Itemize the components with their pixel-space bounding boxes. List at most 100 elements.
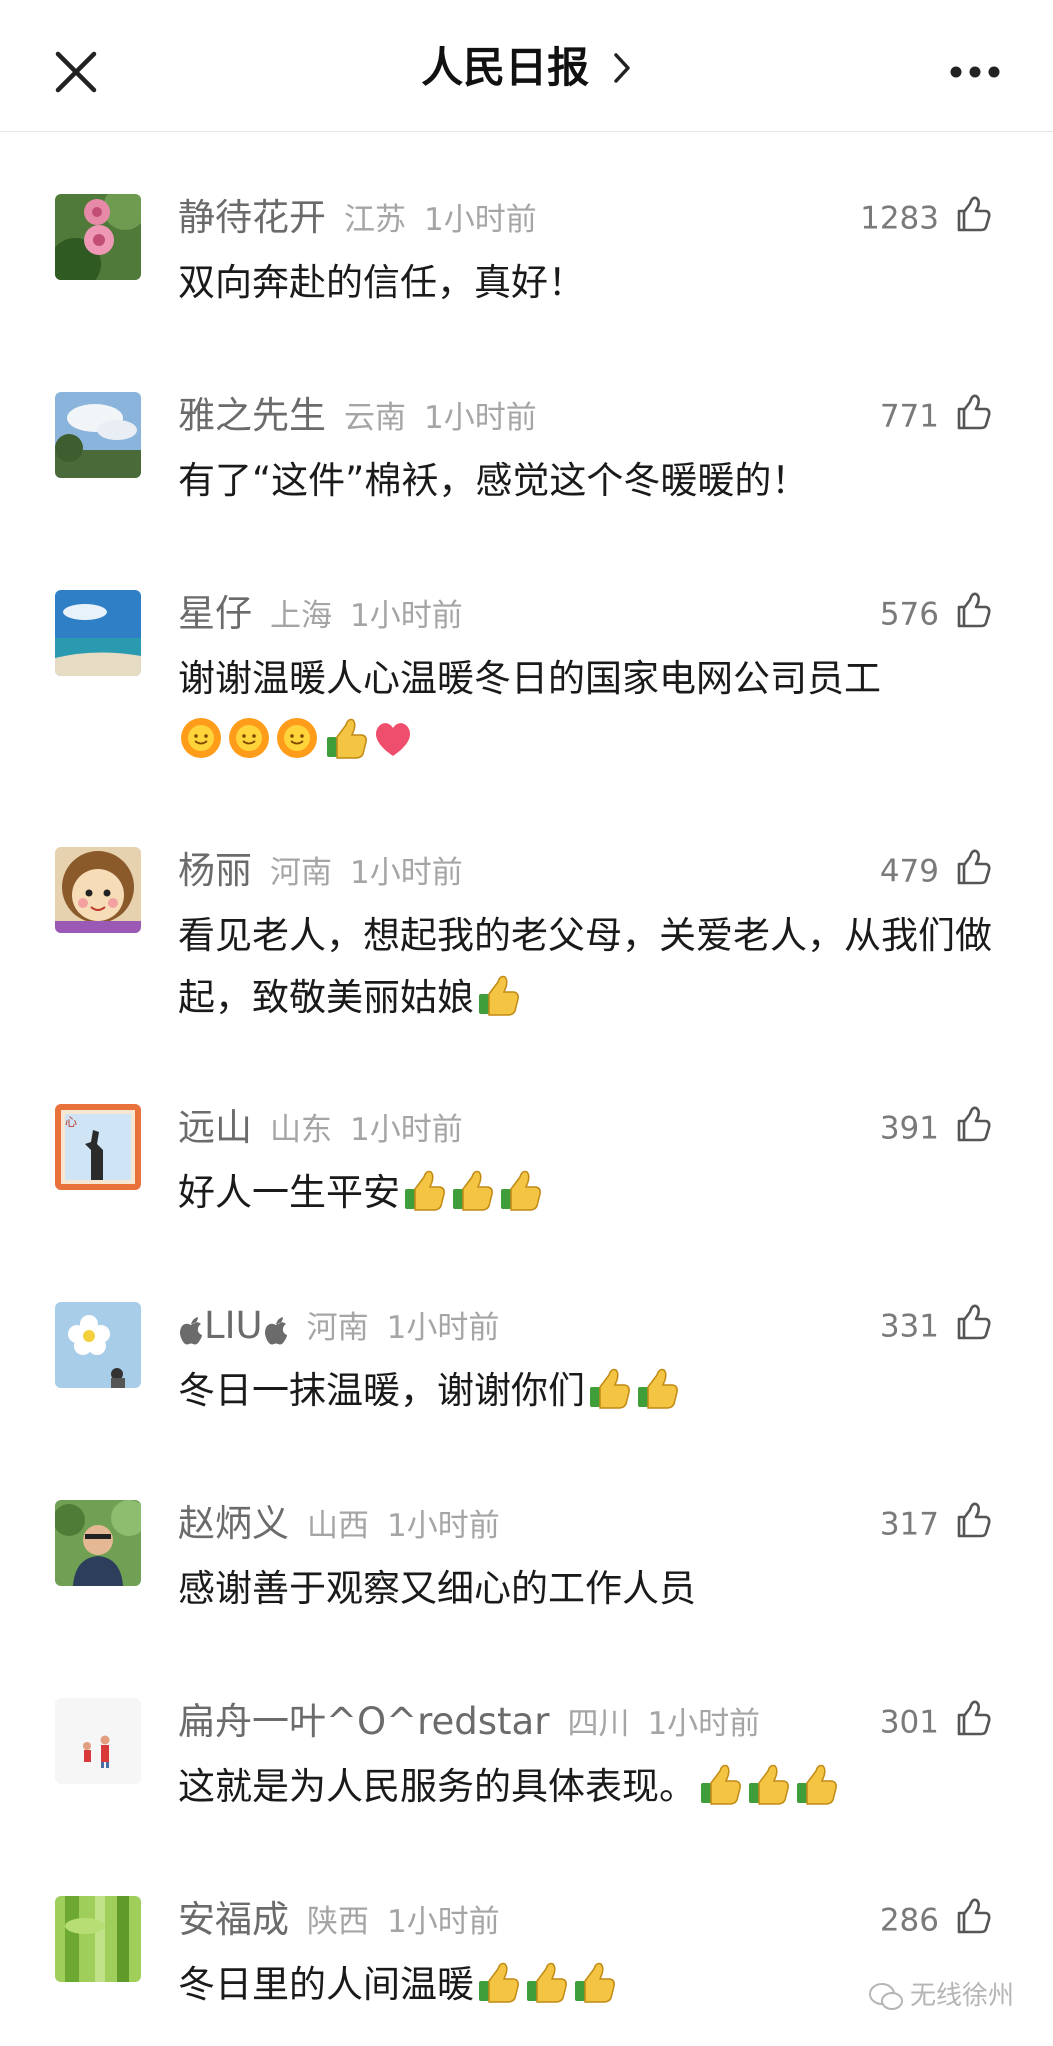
like-button[interactable]: 391	[880, 1100, 995, 1156]
comment-body: 冬日里的人间温暖	[178, 1963, 474, 2006]
nickname[interactable]: 雅之先生	[178, 394, 326, 437]
timestamp: 1小时前	[424, 400, 537, 436]
location: 陕西	[307, 1904, 369, 1940]
thumbs-up-icon	[957, 849, 991, 884]
like-count: 1283	[860, 200, 939, 237]
comment-body: 有了“这件”棉袄，感觉这个冬暖暖的！	[178, 459, 809, 502]
comment-text: 冬日一抹温暖，谢谢你们	[178, 1360, 998, 1422]
comment-text: 好人一生平安	[178, 1162, 998, 1224]
timestamp: 1小时前	[387, 1508, 500, 1544]
like-button[interactable]: 1283	[860, 190, 995, 246]
thumbs-up-emoji	[700, 1764, 741, 1805]
avatar[interactable]	[55, 847, 141, 933]
avatar[interactable]	[55, 1302, 141, 1388]
like-count: 479	[879, 853, 939, 890]
thumbs-up-icon	[957, 1304, 991, 1339]
avatar[interactable]	[55, 1698, 141, 1784]
like-count: 391	[879, 1110, 939, 1147]
thumbs-up-icon	[957, 1502, 991, 1537]
comment-text: 谢谢温暖人心温暖冬日的国家电网公司员工	[178, 648, 998, 772]
location: 山西	[307, 1508, 369, 1544]
thumbs-up-emoji	[526, 1962, 567, 2003]
avatar[interactable]: 心	[55, 1104, 141, 1190]
nickname[interactable]: 安福成	[178, 1898, 289, 1941]
avatar[interactable]	[55, 590, 141, 676]
thumbs-up-emoji	[478, 1962, 519, 2003]
like-count: 301	[879, 1704, 939, 1741]
like-button[interactable]: 317	[880, 1496, 995, 1552]
apple-icon	[180, 1316, 202, 1344]
avatar[interactable]	[55, 392, 141, 478]
comment-body: 这就是为人民服务的具体表现。	[178, 1765, 696, 1808]
timestamp: 1小时前	[387, 1904, 500, 1940]
sun-emoji	[276, 717, 318, 759]
thumbs-up-icon	[957, 1898, 991, 1933]
location: 云南	[344, 400, 406, 436]
nickname[interactable]: 星仔	[178, 592, 252, 635]
avatar[interactable]	[55, 1500, 141, 1586]
like-button[interactable]: 301	[880, 1694, 995, 1750]
like-button[interactable]: 286	[880, 1892, 995, 1948]
timestamp: 1小时前	[424, 202, 537, 238]
timestamp: 1小时前	[350, 598, 463, 634]
nickname[interactable]: 远山	[178, 1106, 252, 1149]
thumbs-up-emoji	[748, 1764, 789, 1805]
thumbs-up-emoji	[452, 1170, 493, 1211]
comment-body: 谢谢温暖人心温暖冬日的国家电网公司员工	[178, 657, 881, 700]
watermark: 无线徐州	[868, 1974, 1014, 2018]
location: 江苏	[344, 202, 406, 238]
more-icon	[950, 66, 1000, 78]
nickname[interactable]: 扁舟一叶^O^redstar	[178, 1700, 549, 1743]
like-count: 286	[879, 1902, 939, 1939]
like-button[interactable]: 479	[880, 843, 995, 899]
location: 河南	[270, 855, 332, 891]
nickname[interactable]: 赵炳义	[178, 1502, 289, 1545]
sun-emoji	[228, 717, 270, 759]
heart-emoji	[375, 723, 411, 756]
more-options-button[interactable]	[940, 40, 1010, 100]
thumbs-up-emoji	[404, 1170, 445, 1211]
watermark-text: 无线徐州	[910, 1981, 1015, 2011]
thumbs-up-icon	[957, 1106, 991, 1141]
comment-body: 好人一生平安	[178, 1171, 400, 1214]
like-count: 331	[879, 1308, 939, 1345]
apple-icon	[264, 1316, 287, 1344]
thumbs-up-emoji	[326, 718, 367, 759]
avatar[interactable]	[55, 1896, 141, 1982]
svg-text:心: 心	[65, 1115, 77, 1129]
like-count: 771	[879, 398, 939, 435]
thumbs-up-emoji	[589, 1368, 630, 1409]
comment-body: 感谢善于观察又细心的工作人员	[178, 1567, 696, 1610]
thumbs-up-icon	[957, 592, 991, 627]
comment-text: 感谢善于观察又细心的工作人员	[178, 1558, 998, 1620]
like-button[interactable]: 771	[880, 388, 995, 444]
timestamp: 1小时前	[350, 855, 463, 891]
like-button[interactable]: 576	[880, 586, 995, 642]
comment-text: 有了“这件”棉袄，感觉这个冬暖暖的！	[178, 450, 998, 512]
comment-body: 冬日一抹温暖，谢谢你们	[178, 1369, 585, 1412]
timestamp: 1小时前	[647, 1706, 761, 1742]
thumbs-up-emoji	[796, 1764, 837, 1805]
page-title[interactable]: 人民日报	[421, 43, 589, 92]
timestamp: 1小时前	[386, 1310, 500, 1346]
like-button[interactable]: 331	[880, 1298, 995, 1354]
wechat-icon	[869, 1982, 903, 2010]
nickname[interactable]: 杨丽	[178, 849, 252, 892]
chevron-right-icon	[614, 52, 630, 83]
location: 山东	[270, 1112, 332, 1148]
comment-text: 这就是为人民服务的具体表现。	[178, 1756, 998, 1818]
thumbs-up-icon	[957, 196, 991, 231]
thumbs-up-emoji	[478, 975, 519, 1016]
like-count: 317	[879, 1506, 939, 1543]
comment-body: 双向奔赴的信任，真好！	[178, 261, 585, 304]
like-count: 576	[879, 596, 939, 633]
thumbs-up-emoji	[637, 1368, 678, 1409]
nickname[interactable]: 静待花开	[178, 196, 326, 239]
location: 上海	[270, 598, 332, 634]
page-title-area: 人民日报	[0, 38, 1053, 98]
comment-text: 看见老人，想起我的老父母，关爱老人，从我们做起，致敬美丽姑娘	[178, 905, 998, 1029]
avatar[interactable]	[55, 194, 141, 280]
comment-text: 双向奔赴的信任，真好！	[178, 252, 998, 314]
timestamp: 1小时前	[350, 1112, 463, 1148]
nickname[interactable]: LIU	[204, 1304, 263, 1347]
